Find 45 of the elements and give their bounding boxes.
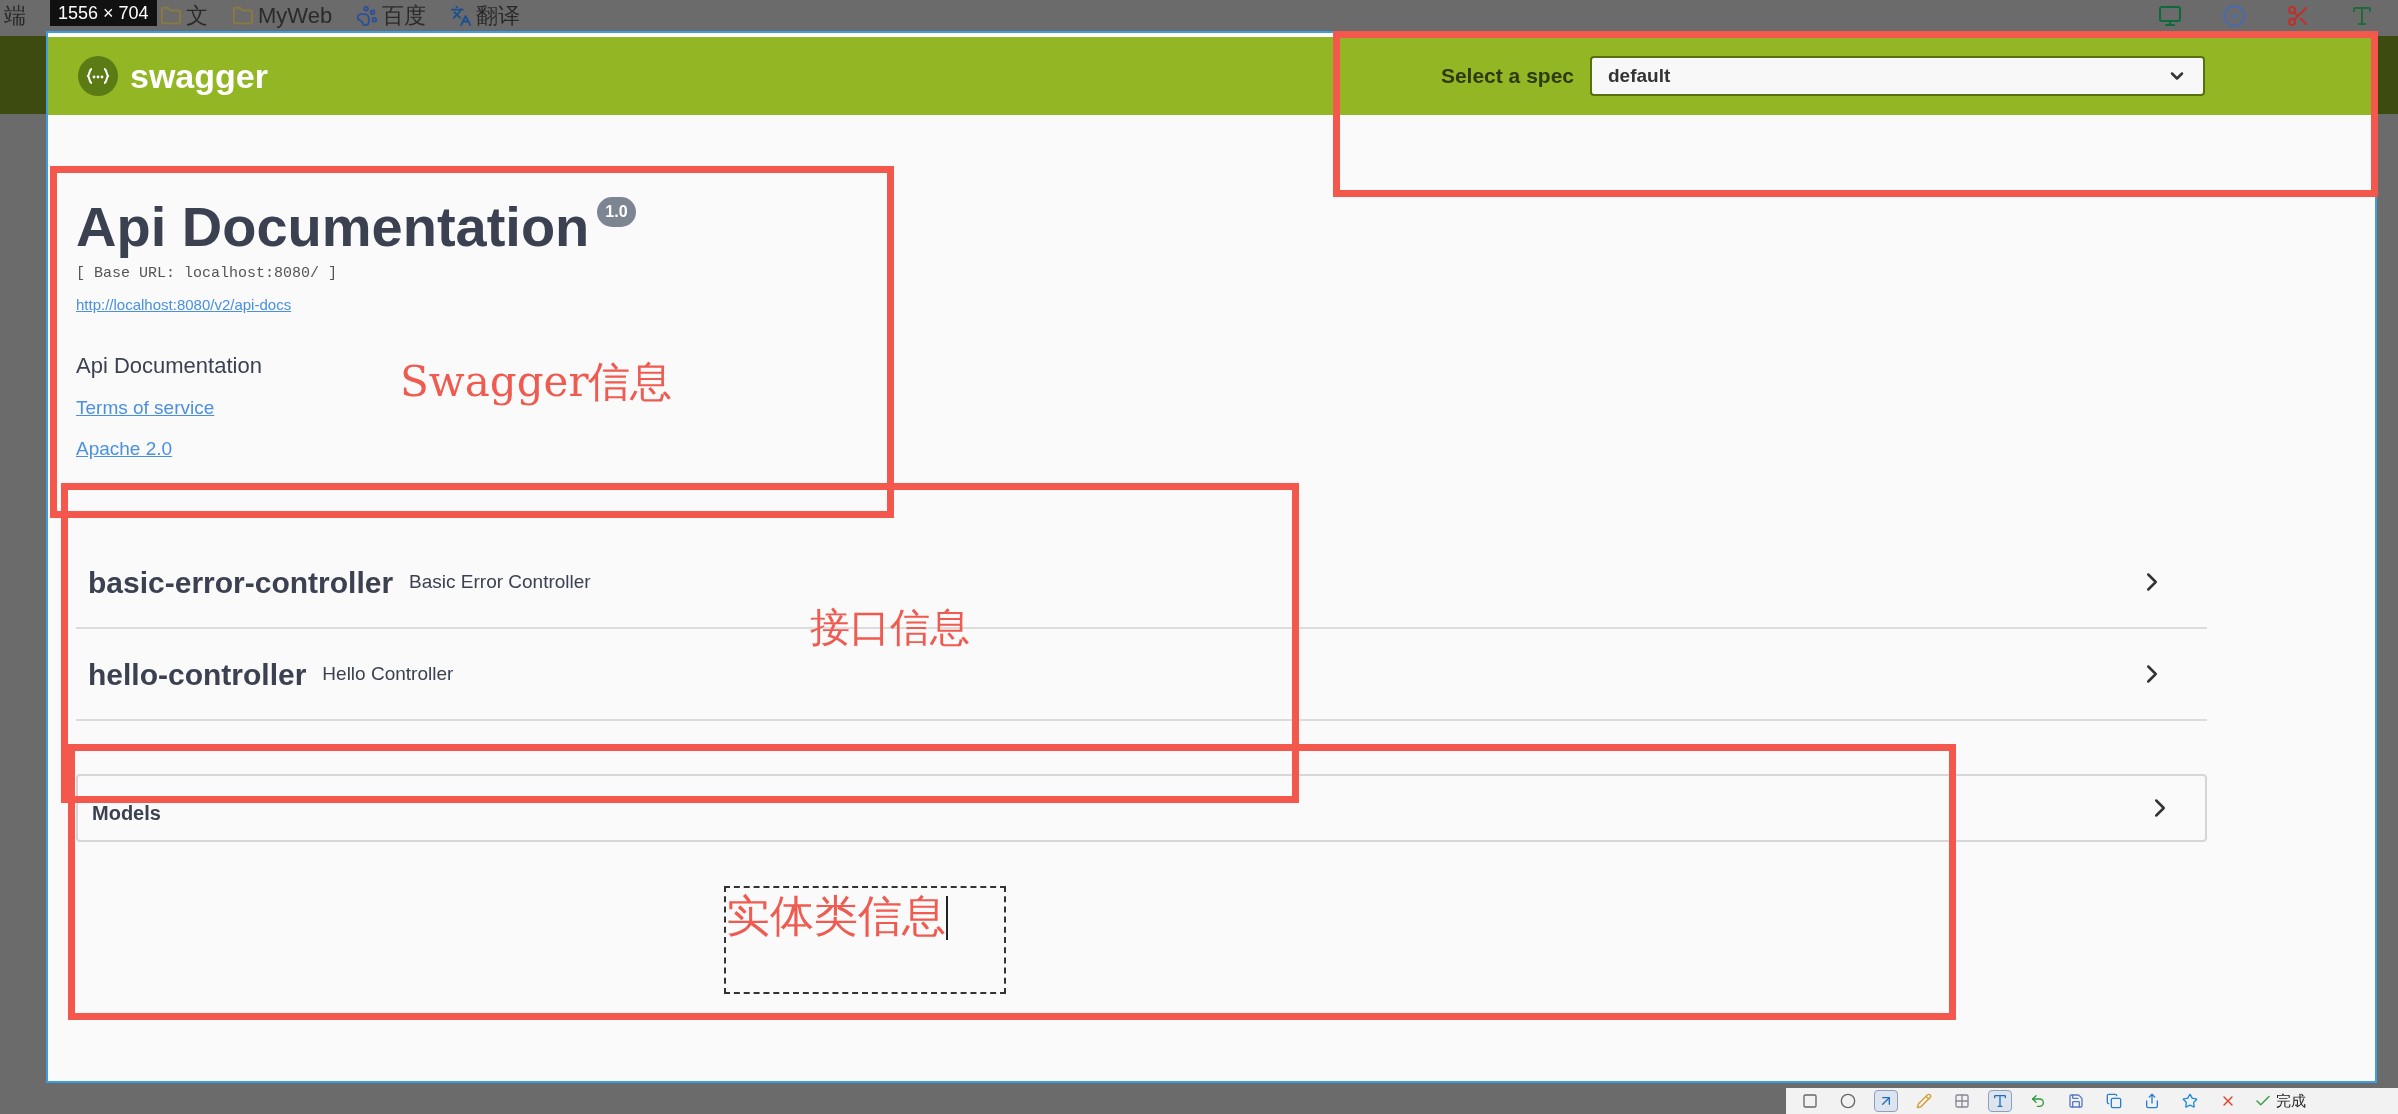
api-description: Api Documentation <box>76 352 262 380</box>
toolbar-button[interactable] <box>1874 1090 1898 1112</box>
spec-select[interactable]: default <box>1590 56 2205 96</box>
tag-description: Basic Error Controller <box>409 569 591 594</box>
done-button[interactable]: 完成 <box>2254 1089 2306 1113</box>
rectangle-tool-icon <box>1802 1093 1818 1109</box>
toolbar-button[interactable] <box>1988 1090 2012 1112</box>
spec-label: Select a spec <box>1440 63 1574 90</box>
info-link[interactable]: Apache 2.0 <box>76 434 173 463</box>
copy-icon <box>2106 1093 2122 1109</box>
annotation-text: 实体类信息 <box>726 889 946 943</box>
ellipse-tool-icon <box>1840 1093 1856 1109</box>
models-title: Models <box>92 801 161 826</box>
capture-selection[interactable] <box>46 31 2377 1083</box>
api-docs-link[interactable]: http://localhost:8080/v2/api-docs <box>76 293 292 316</box>
mosaic-tool-icon <box>1954 1093 1970 1109</box>
undo-icon <box>2030 1093 2046 1109</box>
share-icon <box>2144 1093 2160 1109</box>
text-annotation-frame[interactable]: 实体类信息 <box>724 886 1006 994</box>
tag-name: basic-error-controller <box>88 564 394 601</box>
page-title: Api Documentation <box>76 195 590 259</box>
brand-name[interactable]: swagger <box>130 50 268 102</box>
folder-icon <box>232 4 254 27</box>
info-link[interactable]: Terms of service <box>76 394 215 423</box>
base-url: [ Base URL: localhost:8080/ ] <box>76 264 339 284</box>
text-cursor <box>946 896 948 940</box>
bookmark-label[interactable]: 文 <box>186 0 208 32</box>
text-tool-icon <box>1992 1093 2008 1109</box>
tag-name: hello-controller <box>88 656 307 693</box>
star-icon <box>2182 1093 2198 1109</box>
bookmark-label[interactable]: 端 <box>4 0 26 32</box>
bookmark-label[interactable]: 百度 <box>382 0 427 32</box>
annotation-text: Swagger信息 <box>400 356 673 408</box>
size-label: 1556 × 704 <box>50 0 157 26</box>
pencil-tool-icon <box>1916 1093 1932 1109</box>
models-panel[interactable]: Models <box>76 774 2207 842</box>
bookmark-label[interactable]: MyWeb <box>258 0 333 32</box>
tag-description: Hello Controller <box>322 661 454 686</box>
version-badge: 1.0 <box>597 197 636 227</box>
translate-icon <box>450 4 473 27</box>
swagger-logo-icon <box>78 56 118 96</box>
bookmark-label[interactable]: 翻译 <box>476 0 521 32</box>
folder-icon <box>160 4 182 27</box>
paw-icon <box>356 4 379 27</box>
save-icon <box>2068 1093 2084 1109</box>
